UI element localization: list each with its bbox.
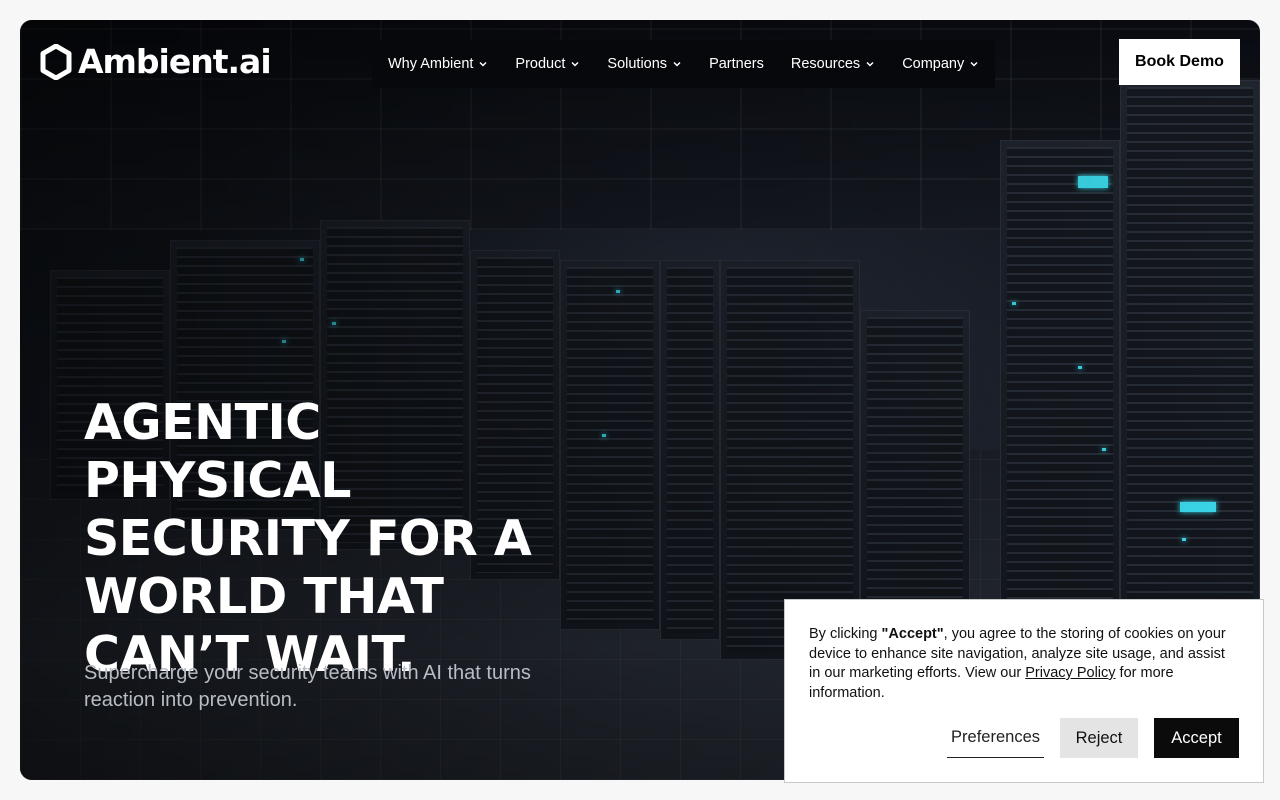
nav-item-label: Company [902, 56, 965, 72]
nav-item-product[interactable]: Product [515, 56, 580, 72]
nav-item-label: Resources [790, 56, 861, 72]
privacy-policy-link[interactable]: Privacy Policy [1025, 665, 1115, 681]
nav-item-label: Partners [709, 56, 764, 72]
brand-logo[interactable]: Ambient.ai [40, 42, 272, 81]
chevron-down-icon [673, 61, 681, 67]
reject-button[interactable]: Reject [1060, 718, 1138, 758]
chevron-down-icon [479, 61, 487, 67]
hexagon-logo-icon [40, 43, 72, 80]
cookie-actions: Preferences Reject Accept [785, 718, 1239, 758]
preferences-button[interactable]: Preferences [947, 718, 1044, 758]
nav-item-label: Product [515, 56, 566, 72]
nav-item-resources[interactable]: Resources [791, 56, 875, 72]
nav-item-why-ambient[interactable]: Why Ambient [388, 56, 488, 72]
brand-name: Ambient.ai [78, 42, 272, 81]
cookie-text-part: By clicking [809, 626, 882, 642]
nav-item-partners[interactable]: Partners [709, 56, 764, 72]
chevron-down-icon [866, 61, 874, 67]
cookie-consent-banner: By clicking "Accept", you agree to the s… [784, 599, 1264, 783]
nav-item-solutions[interactable]: Solutions [607, 56, 682, 72]
chevron-down-icon [970, 61, 978, 67]
nav-item-label: Why Ambient [388, 56, 474, 72]
hero-headline: AGENTIC PHYSICAL SECURITY FOR A WORLD TH… [84, 394, 532, 683]
cookie-accept-quote: "Accept" [881, 626, 944, 642]
chevron-down-icon [571, 61, 579, 67]
main-navigation: Why Ambient Product Solutions Partners R… [372, 40, 996, 88]
nav-item-company[interactable]: Company [902, 56, 979, 72]
hero-subheadline: Supercharge your security teams with AI … [84, 662, 531, 711]
nav-item-label: Solutions [607, 56, 668, 72]
book-demo-button[interactable]: Book Demo [1119, 39, 1240, 85]
cookie-message: By clicking "Accept", you agree to the s… [809, 625, 1239, 703]
accept-button[interactable]: Accept [1154, 718, 1239, 758]
